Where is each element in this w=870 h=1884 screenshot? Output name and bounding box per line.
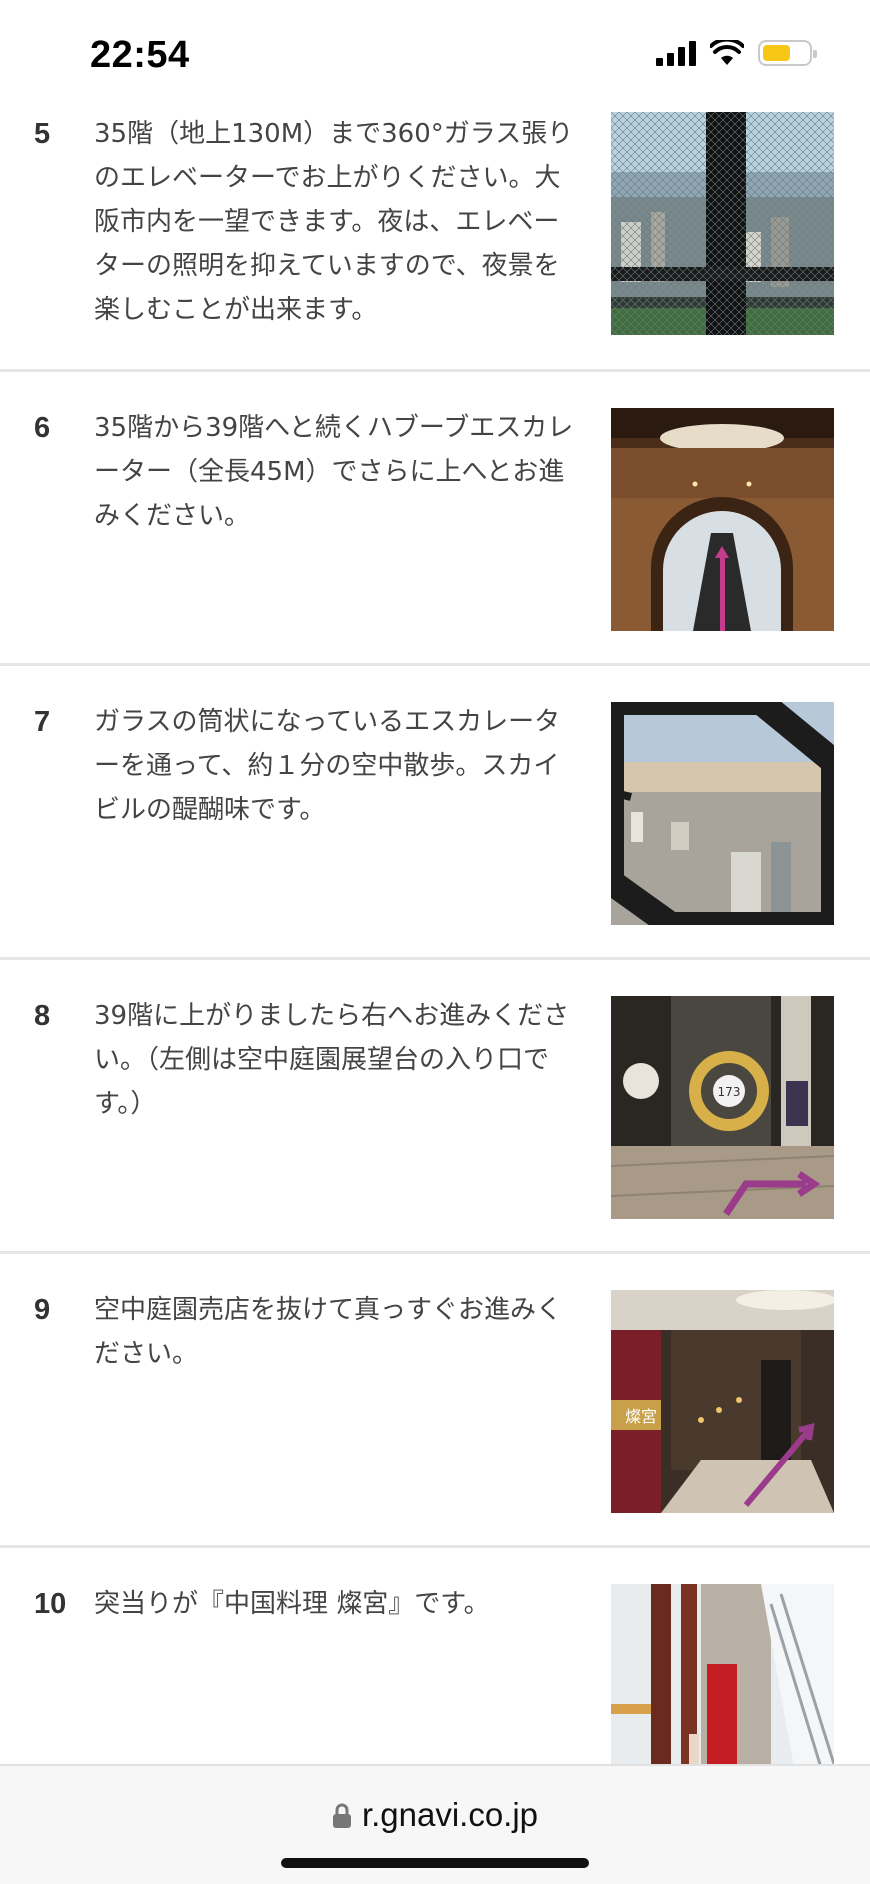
home-indicator[interactable] — [281, 1858, 589, 1868]
url-text: r.gnavi.co.jp — [361, 1796, 539, 1833]
step-description: 35階（地上130M）まで360°ガラス張りのエレベーターでお上がりください。大… — [94, 119, 574, 325]
step-description: 39階に上がりましたら右へお進みください。（左側は空中庭園展望台の入り口です。） — [94, 1001, 570, 1119]
escalator-entrance-photo[interactable] — [611, 408, 834, 631]
directions-list: 5 35階（地上130M）まで360°ガラス張りのエレベーターでお上がりください… — [0, 108, 870, 1842]
battery-icon — [758, 40, 817, 66]
floor-sign-label: 173 — [718, 1085, 741, 1099]
observatory-entrance-photo[interactable]: 173 — [611, 996, 834, 1219]
step-number: 6 — [34, 412, 51, 444]
step-number: 9 — [34, 1294, 51, 1326]
address-display[interactable]: r.gnavi.co.jp — [0, 1796, 870, 1834]
step-description: 35階から39階へと続くハブーブエスカレーター（全長45M）でさらに上へとお進み… — [94, 413, 574, 531]
step-description: 空中庭園売店を抜けて真っすぐお進みください。 — [94, 1295, 563, 1369]
status-bar: 22:54 — [0, 0, 870, 108]
browser-address-bar[interactable]: r.gnavi.co.jp — [0, 1764, 870, 1884]
step-number: 7 — [34, 706, 51, 738]
step-number: 5 — [34, 118, 51, 150]
shop-corridor-photo[interactable]: 燦宮 — [611, 1290, 834, 1513]
step-description: 突当りが『中国料理 燦宮』です。 — [94, 1589, 490, 1619]
wifi-icon — [710, 40, 744, 65]
step-number: 10 — [34, 1588, 67, 1620]
status-icons — [656, 40, 817, 66]
step-item: 8 39階に上がりましたら右へお進みください。（左側は空中庭園展望台の入り口です… — [0, 960, 870, 1254]
step-item: 7 ガラスの筒状になっているエスカレーターを通って、約１分の空中散歩。スカイビル… — [0, 666, 870, 960]
step-description: ガラスの筒状になっているエスカレーターを通って、約１分の空中散歩。スカイビルの醍… — [94, 707, 561, 825]
step-number: 8 — [34, 1000, 51, 1032]
status-time: 22:54 — [90, 34, 190, 76]
restaurant-sign-label: 燦宮 — [625, 1407, 657, 1426]
cellular-signal-icon — [656, 40, 696, 66]
step-item: 5 35階（地上130M）まで360°ガラス張りのエレベーターでお上がりください… — [0, 108, 870, 372]
lock-icon — [332, 1803, 351, 1828]
sky-escalator-view-photo[interactable] — [611, 702, 834, 925]
step-item: 9 空中庭園売店を抜けて真っすぐお進みください。 燦宮 — [0, 1254, 870, 1548]
elevator-view-photo[interactable] — [611, 112, 834, 335]
step-item: 6 35階から39階へと続くハブーブエスカレーター（全長45M）でさらに上へとお… — [0, 372, 870, 666]
